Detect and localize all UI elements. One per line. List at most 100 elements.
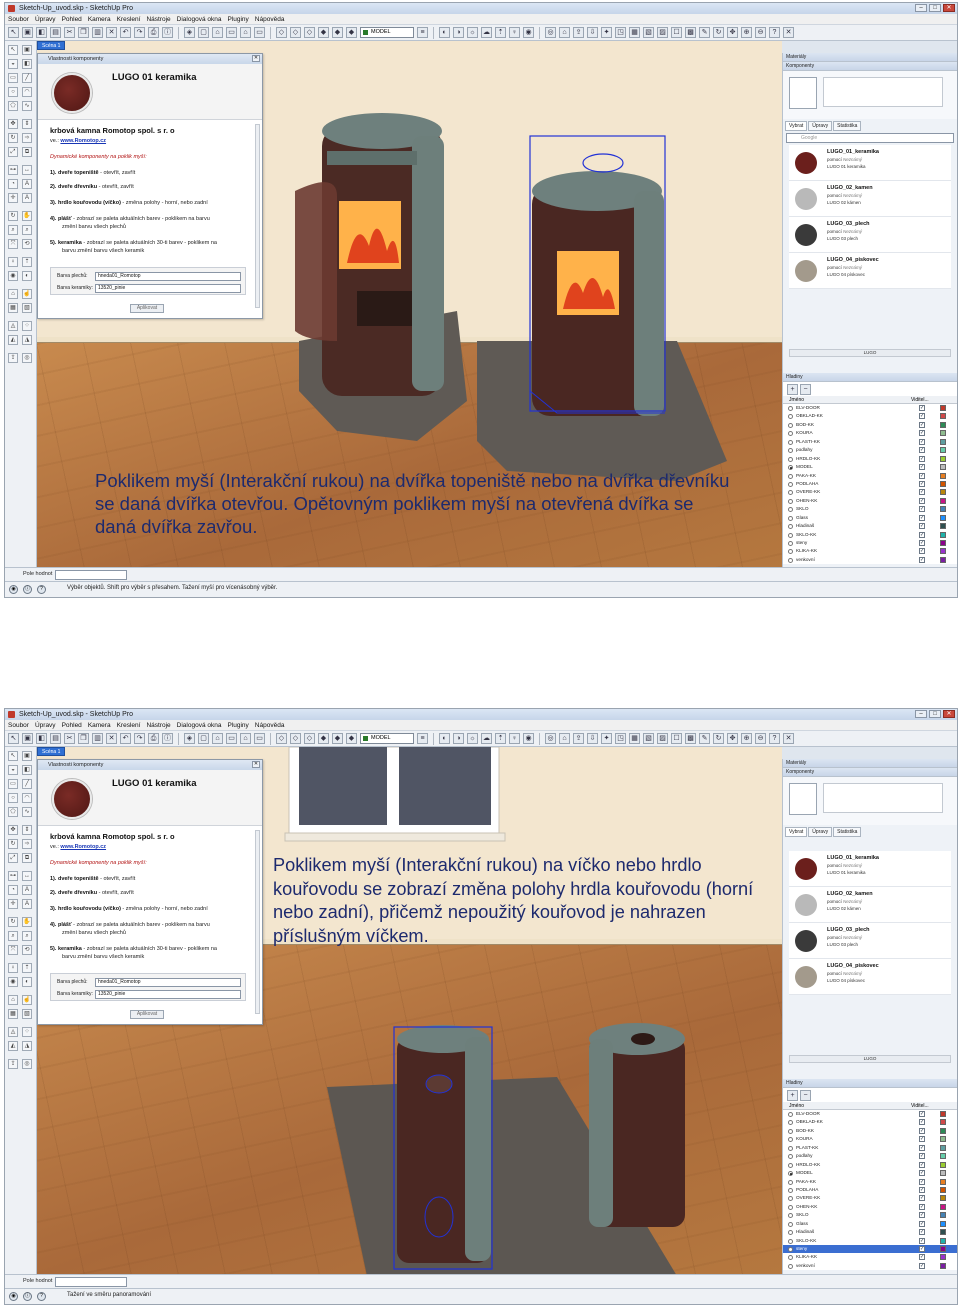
material-item[interactable]: LUGO_04_piskovec pomocí Neznámý LUGO 04 … bbox=[789, 253, 951, 289]
active-layer-radio[interactable] bbox=[788, 1204, 793, 1210]
layer-dropdown[interactable]: MODEL bbox=[360, 27, 414, 38]
save-icon[interactable]: ▤ bbox=[50, 27, 61, 38]
layer-row[interactable]: PAKA-KK ✓ bbox=[783, 1178, 957, 1186]
layer-color-swatch[interactable] bbox=[940, 540, 946, 546]
tab-vybrat[interactable]: Vybrat bbox=[785, 827, 808, 837]
components-title[interactable]: Komponenty bbox=[783, 62, 957, 71]
rotate-icon[interactable]: ↻ bbox=[8, 839, 18, 849]
attributes-tool-icon[interactable]: ▧ bbox=[22, 1009, 32, 1019]
polygon-icon[interactable]: ⬠ bbox=[8, 807, 18, 817]
right-view-icon[interactable]: ▭ bbox=[226, 733, 237, 744]
axes-icon[interactable]: ✛ bbox=[8, 193, 18, 203]
layer-row[interactable]: ELV-DOOR ✓ bbox=[783, 1110, 957, 1118]
active-layer-radio[interactable] bbox=[788, 465, 793, 471]
dynamic-component-icon[interactable]: ◳ bbox=[615, 27, 626, 38]
push-pull-icon[interactable]: ⇕ bbox=[22, 119, 32, 129]
geo-location-status-icon[interactable]: ◉ bbox=[9, 585, 18, 594]
menu-kamera[interactable]: Kamera bbox=[88, 14, 111, 24]
monochrome-icon[interactable]: ◆ bbox=[346, 733, 357, 744]
layer-visible-checkbox[interactable]: ✓ bbox=[919, 1170, 925, 1177]
monochrome-icon[interactable]: ◆ bbox=[346, 27, 357, 38]
layer-row[interactable]: podlahy ✓ bbox=[783, 1152, 957, 1160]
layer-color-swatch[interactable] bbox=[940, 1119, 946, 1126]
component-description-scrollbar[interactable] bbox=[255, 124, 260, 308]
text-icon[interactable]: A bbox=[22, 179, 32, 189]
layer-manager-icon[interactable]: ≡ bbox=[417, 733, 428, 744]
axes-icon[interactable]: ✛ bbox=[8, 899, 18, 909]
scene-tab[interactable]: Scéna 1 bbox=[37, 747, 66, 756]
layers-title[interactable]: Hladiny bbox=[783, 1079, 957, 1088]
warehouse-tool-icon[interactable]: ⌂ bbox=[8, 289, 18, 299]
3d-text-icon[interactable]: A bbox=[22, 899, 32, 909]
layer-row[interactable]: PLASTI-KK ✓ bbox=[783, 438, 957, 446]
layer-visible-checkbox[interactable]: ✓ bbox=[919, 506, 925, 513]
layer-color-swatch[interactable] bbox=[940, 438, 946, 445]
layer-color-swatch[interactable] bbox=[940, 480, 946, 487]
component-attributes-icon[interactable]: ▧ bbox=[643, 733, 654, 744]
menu-nastroje[interactable]: Nástroje bbox=[146, 14, 170, 24]
layer-color-swatch[interactable] bbox=[940, 472, 946, 479]
help-icon[interactable]: ? bbox=[769, 27, 780, 38]
layer-visible-checkbox[interactable]: ✓ bbox=[919, 1212, 925, 1219]
style-builder-icon[interactable]: ✎ bbox=[699, 733, 710, 744]
active-layer-radio[interactable] bbox=[788, 1230, 793, 1236]
active-layer-radio[interactable] bbox=[788, 422, 793, 428]
layers-name-column[interactable]: Jméno bbox=[789, 1103, 804, 1109]
select-tool-icon[interactable]: ↖ bbox=[8, 27, 19, 38]
layer-row[interactable]: Hladinaš ✓ bbox=[783, 522, 957, 530]
active-layer-radio[interactable] bbox=[788, 1213, 793, 1219]
shaded-icon[interactable]: ◆ bbox=[318, 27, 329, 38]
zoom-icon[interactable]: ⌕ bbox=[8, 225, 18, 235]
iso-view-icon[interactable]: ◈ bbox=[184, 733, 195, 744]
google-earth-icon[interactable]: ◎ bbox=[545, 27, 556, 38]
circle-icon[interactable]: ○ bbox=[8, 87, 18, 97]
layer-visible-checkbox[interactable]: ✓ bbox=[919, 455, 925, 462]
minimize-button[interactable]: – bbox=[915, 710, 927, 718]
material-item[interactable]: LUGO_02_kamen pomocí Neznámý LUGO 02 kám… bbox=[789, 181, 951, 217]
active-layer-radio[interactable] bbox=[788, 1128, 793, 1134]
active-layer-radio[interactable] bbox=[788, 414, 793, 420]
make-component-tool-icon[interactable]: ▣ bbox=[22, 45, 32, 55]
layer-row[interactable]: venkovní ✓ bbox=[783, 1262, 957, 1270]
help-status-icon[interactable]: ? bbox=[37, 585, 46, 594]
component-panel-close-icon[interactable]: ✕ bbox=[252, 761, 260, 768]
tab-upravy[interactable]: Úpravy bbox=[808, 121, 833, 131]
copy-icon[interactable]: ❐ bbox=[78, 733, 89, 744]
active-layer-radio[interactable] bbox=[788, 1162, 793, 1168]
layer-color-swatch[interactable] bbox=[940, 1153, 946, 1160]
previous-icon[interactable]: ⟲ bbox=[22, 945, 32, 955]
active-layer-radio[interactable] bbox=[788, 1196, 793, 1202]
active-layer-radio[interactable] bbox=[788, 507, 793, 513]
look-around-icon[interactable]: ◉ bbox=[523, 733, 534, 744]
scene-tab[interactable]: Scéna 1 bbox=[37, 41, 66, 50]
active-layer-radio[interactable] bbox=[788, 1187, 793, 1193]
layer-row[interactable]: PODLAHA ✓ bbox=[783, 1186, 957, 1194]
material-item[interactable]: LUGO_03_plech pomocí Neznámý LUGO 03 ple… bbox=[789, 923, 951, 959]
component-panel-close-icon[interactable]: ✕ bbox=[252, 55, 260, 62]
layer-visible-checkbox[interactable]: ✓ bbox=[919, 1136, 925, 1143]
component-options-tool-icon[interactable]: ▦ bbox=[8, 303, 18, 313]
material-item[interactable]: LUGO_01_keramika pomocí Neznámý LUGO 01 … bbox=[789, 145, 951, 181]
ruby-console-icon[interactable]: ▨ bbox=[657, 27, 668, 38]
front-view-icon[interactable]: ⌂ bbox=[212, 27, 223, 38]
layer-visible-checkbox[interactable]: ✓ bbox=[919, 464, 925, 471]
layer-row[interactable]: MODEL ✓ bbox=[783, 1169, 957, 1177]
menu-pohled[interactable]: Pohled bbox=[62, 14, 82, 24]
top-view-icon[interactable]: ▢ bbox=[198, 27, 209, 38]
menu-dialogova-okna[interactable]: Dialogová okna bbox=[177, 720, 222, 730]
iso-view-icon[interactable]: ◈ bbox=[184, 27, 195, 38]
layer-color-swatch[interactable] bbox=[940, 1220, 946, 1227]
attributes-tool-icon[interactable]: ▧ bbox=[22, 303, 32, 313]
menu-pohled[interactable]: Pohled bbox=[62, 720, 82, 730]
active-layer-radio[interactable] bbox=[788, 490, 793, 496]
layer-visible-checkbox[interactable]: ✓ bbox=[919, 1246, 925, 1252]
layer-visible-checkbox[interactable]: ✓ bbox=[919, 1111, 925, 1117]
zoom-extents-icon[interactable]: ⊕ bbox=[741, 27, 752, 38]
pan-tool-icon[interactable]: ✋ bbox=[22, 917, 32, 927]
look-around-tool-icon[interactable]: ◉ bbox=[8, 977, 18, 987]
website-link[interactable]: www.Romotop.cz bbox=[60, 844, 106, 850]
layer-color-swatch[interactable] bbox=[940, 1144, 946, 1151]
layer-manager-icon[interactable]: ≡ bbox=[417, 27, 428, 38]
layers-name-column[interactable]: Jméno bbox=[789, 397, 804, 403]
offset-icon[interactable]: ⧉ bbox=[22, 853, 32, 863]
